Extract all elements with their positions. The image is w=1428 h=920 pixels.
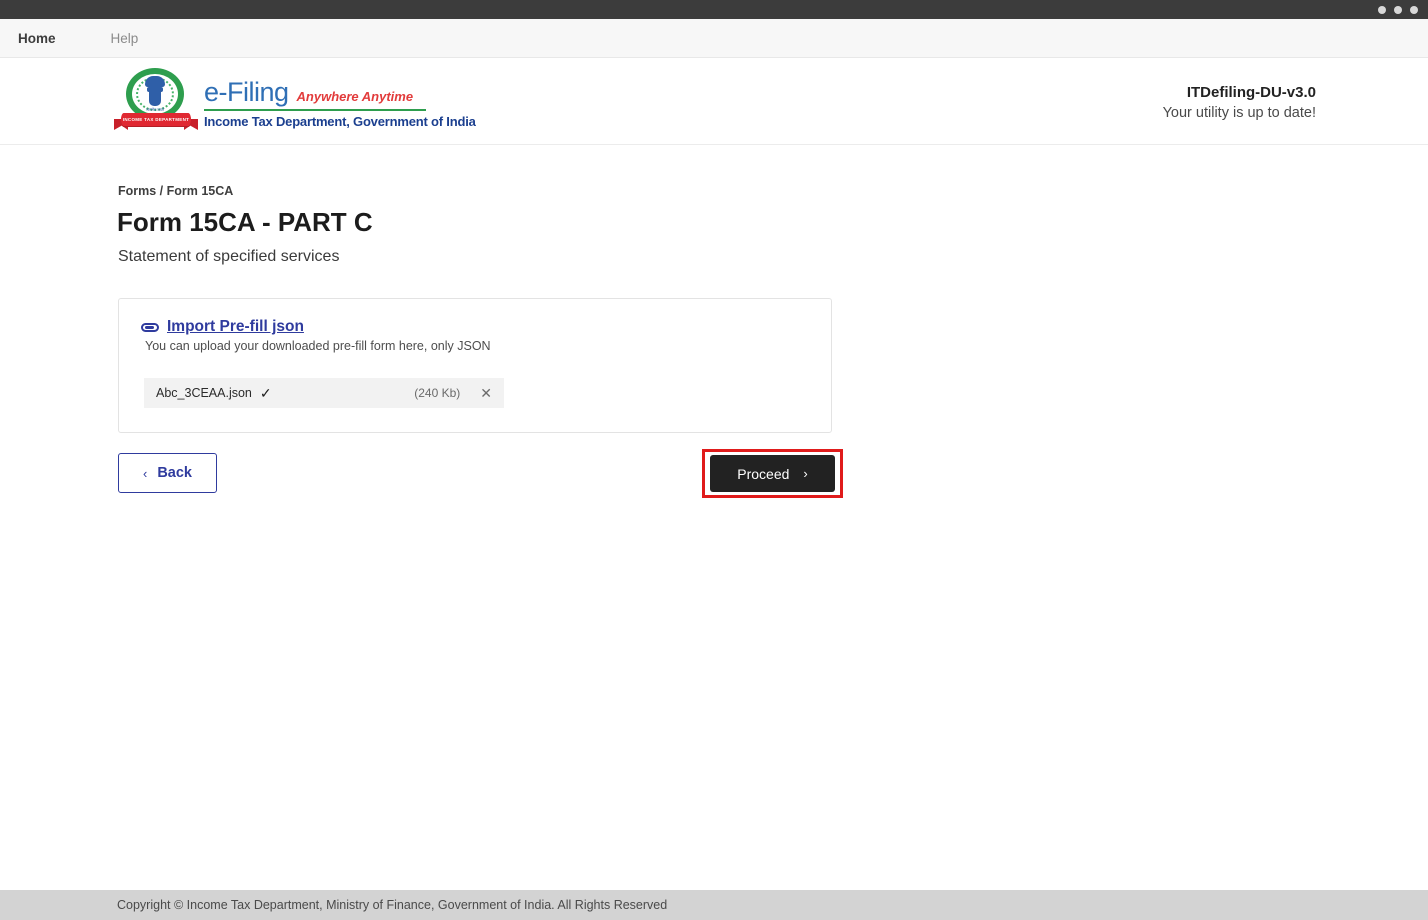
version-name: ITDefiling-DU-v3.0 bbox=[1163, 84, 1316, 101]
minimize-dot[interactable] bbox=[1378, 6, 1386, 14]
department-text: Income Tax Department, Government of Ind… bbox=[204, 114, 476, 129]
version-status: Your utility is up to date! bbox=[1163, 105, 1316, 121]
import-hint-text: You can upload your downloaded pre-fill … bbox=[119, 339, 831, 353]
check-icon: ✓ bbox=[260, 385, 272, 402]
page-footer: Copyright © Income Tax Department, Minis… bbox=[0, 890, 1428, 920]
remove-file-icon[interactable]: ✕ bbox=[480, 386, 492, 400]
nav-item-home[interactable]: Home bbox=[8, 31, 66, 46]
close-dot[interactable] bbox=[1410, 6, 1418, 14]
uploaded-file-chip: Abc_3CEAA.json ✓ (240 Kb) ✕ bbox=[144, 378, 504, 408]
ashoka-pillar-icon: सत्यमेव जयते bbox=[144, 76, 166, 110]
ribbon-text: INCOME TAX DEPARTMENT bbox=[123, 117, 189, 122]
proceed-button[interactable]: Proceed › bbox=[710, 455, 835, 492]
brand-header: सत्यमेव जयते INCOME TAX DEPARTMENT e-Fil… bbox=[0, 58, 1428, 145]
brand-rule bbox=[204, 109, 426, 112]
nav-item-help[interactable]: Help bbox=[101, 31, 149, 46]
back-button-label: Back bbox=[157, 465, 192, 481]
brand-logo: सत्यमेव जयते INCOME TAX DEPARTMENT e-Fil… bbox=[114, 66, 476, 138]
import-card: Import Pre-fill json You can upload your… bbox=[118, 298, 832, 433]
proceed-button-label: Proceed bbox=[737, 466, 789, 482]
paperclip-icon bbox=[141, 320, 159, 334]
copyright-text: Copyright © Income Tax Department, Minis… bbox=[117, 898, 667, 912]
window-titlebar bbox=[0, 0, 1428, 19]
national-emblem-icon: सत्यमेव जयते INCOME TAX DEPARTMENT bbox=[114, 66, 198, 138]
chevron-right-icon: › bbox=[803, 466, 807, 481]
page-title: Form 15CA - PART C bbox=[117, 207, 373, 238]
breadcrumb[interactable]: Forms / Form 15CA bbox=[118, 184, 233, 198]
proceed-highlight-box: Proceed › bbox=[702, 449, 843, 498]
maximize-dot[interactable] bbox=[1394, 6, 1402, 14]
top-navigation: Home Help bbox=[0, 19, 1428, 58]
chevron-left-icon: ‹ bbox=[143, 466, 147, 481]
file-name: Abc_3CEAA.json bbox=[156, 386, 252, 400]
efiling-text: e-Filing bbox=[204, 77, 289, 108]
brand-wordmark: e-Filing Anywhere Anytime Income Tax Dep… bbox=[204, 75, 476, 130]
import-row[interactable]: Import Pre-fill json bbox=[119, 299, 831, 336]
back-button[interactable]: ‹ Back bbox=[118, 453, 217, 493]
file-size: (240 Kb) bbox=[414, 386, 460, 400]
tagline-text: Anywhere Anytime bbox=[297, 89, 414, 104]
import-prefill-link[interactable]: Import Pre-fill json bbox=[167, 318, 304, 336]
page-subtitle: Statement of specified services bbox=[118, 248, 339, 266]
version-info: ITDefiling-DU-v3.0 Your utility is up to… bbox=[1163, 84, 1316, 121]
ribbon-banner-icon: INCOME TAX DEPARTMENT bbox=[114, 110, 198, 130]
